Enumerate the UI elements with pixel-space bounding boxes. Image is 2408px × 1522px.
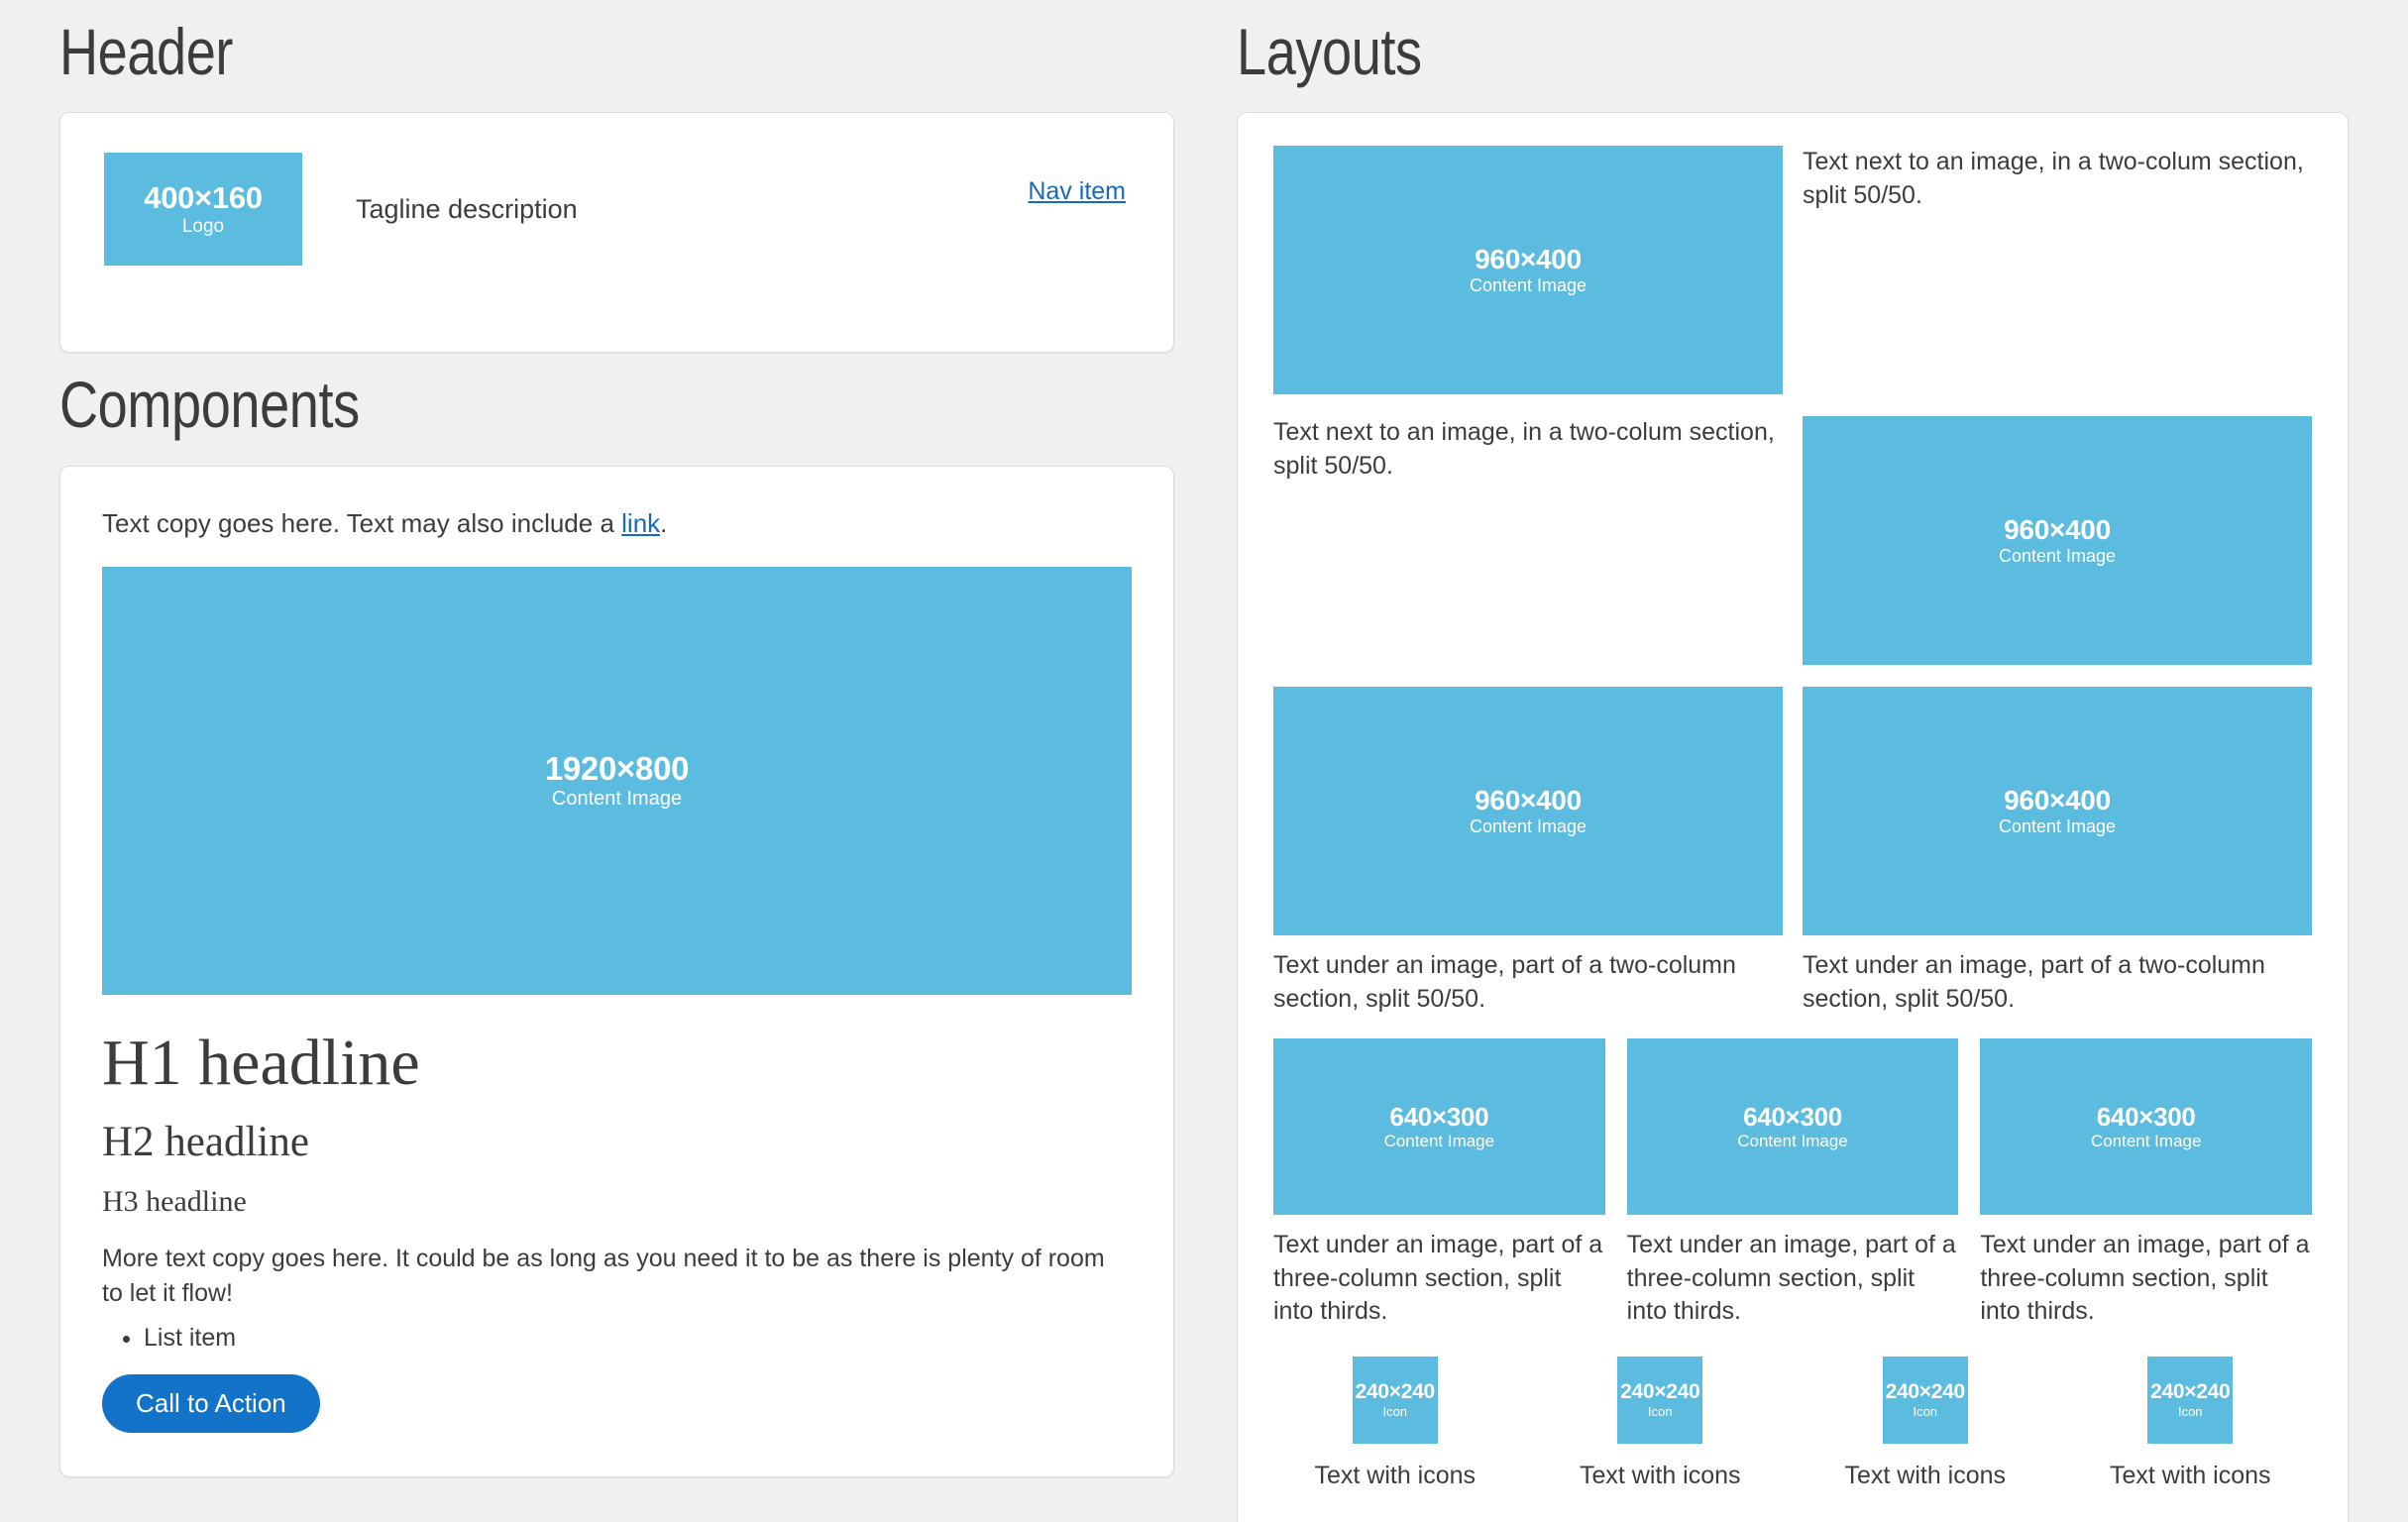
image-label: Content Image bbox=[1998, 816, 2117, 837]
layouts-preview-card: 960×400 Content Image Text next to an im… bbox=[1237, 112, 2349, 1522]
hero-image-label: Content Image bbox=[551, 788, 683, 811]
image-label: Content Image bbox=[1469, 275, 1587, 296]
image-dimensions: 640×300 bbox=[2096, 1101, 2196, 1132]
layout-col-image-caption: 640×300 Content Image Text under an imag… bbox=[1980, 1037, 2313, 1329]
icon-label: Icon bbox=[1913, 1403, 1938, 1419]
h1-headline: H1 headline bbox=[102, 1026, 420, 1099]
image-dimensions: 960×400 bbox=[1475, 784, 1582, 815]
nav-item-link[interactable]: Nav item bbox=[1028, 177, 1126, 206]
logo-label: Logo bbox=[181, 215, 225, 237]
icon-dimensions: 240×240 bbox=[1355, 1380, 1436, 1404]
content-image-placeholder: 640×300 Content Image bbox=[1273, 1037, 1605, 1215]
image-label: Content Image bbox=[2090, 1131, 2202, 1150]
layout-caption: Text under an image, part of a two-colum… bbox=[1803, 951, 2265, 1014]
icon-label: Icon bbox=[1647, 1403, 1673, 1419]
call-to-action-button[interactable]: Call to Action bbox=[102, 1374, 320, 1434]
body-copy: More text copy goes here. It could be as… bbox=[102, 1245, 1105, 1307]
icon-cell: 240×240 Icon Text with icons bbox=[1804, 1357, 2047, 1490]
content-image-placeholder: 960×400 Content Image bbox=[1273, 146, 1783, 395]
layout-col-image-caption: 960×400 Content Image Text under an imag… bbox=[1273, 687, 1783, 1017]
layout-row-three-column: 640×300 Content Image Text under an imag… bbox=[1273, 1037, 2313, 1329]
image-label: Content Image bbox=[1998, 546, 2117, 567]
icon-caption: Text with icons bbox=[1844, 1462, 2007, 1490]
icon-placeholder: 240×240 Icon bbox=[2147, 1357, 2234, 1445]
image-label: Content Image bbox=[1383, 1131, 1495, 1150]
layout-col-text: Text next to an image, in a two-colum se… bbox=[1273, 416, 1783, 665]
list-item: List item bbox=[144, 1324, 1132, 1353]
hero-image-placeholder: 1920×800 Content Image bbox=[102, 566, 1132, 995]
icon-dimensions: 240×240 bbox=[1620, 1380, 1700, 1404]
layout-row-image-left: 960×400 Content Image Text next to an im… bbox=[1273, 146, 2312, 395]
icon-caption: Text with icons bbox=[1579, 1462, 1741, 1490]
layout-col-image-caption: 640×300 Content Image Text under an imag… bbox=[1626, 1037, 1959, 1329]
header-preview-card: 400×160 Logo Tagline description Nav ite… bbox=[59, 112, 1174, 354]
layout-col-image-caption: 960×400 Content Image Text under an imag… bbox=[1803, 687, 2312, 1017]
intro-copy: Text copy goes here. Text may also inclu… bbox=[102, 506, 1132, 541]
icon-placeholder: 240×240 Icon bbox=[1882, 1357, 1968, 1445]
bullet-list: List item bbox=[102, 1324, 1132, 1353]
h3-headline: H3 headline bbox=[102, 1185, 247, 1219]
right-column: Layouts 960×400 Content Image Text next … bbox=[1237, 0, 2349, 1522]
image-dimensions: 960×400 bbox=[2004, 784, 2111, 815]
icon-cell: 240×240 Icon Text with icons bbox=[1273, 1357, 1517, 1490]
header-section-title: Header bbox=[59, 15, 234, 88]
components-preview-card: Text copy goes here. Text may also inclu… bbox=[59, 465, 1174, 1478]
layout-text: Text next to an image, in a two-colum se… bbox=[1803, 148, 2304, 210]
header-row: 400×160 Logo Tagline description bbox=[104, 153, 1130, 267]
image-dimensions: 960×400 bbox=[2004, 513, 2111, 545]
icon-placeholder: 240×240 Icon bbox=[1617, 1357, 1703, 1445]
content-image-placeholder: 960×400 Content Image bbox=[1803, 416, 2312, 666]
icon-placeholder: 240×240 Icon bbox=[1352, 1357, 1438, 1445]
components-section-title: Components bbox=[59, 368, 360, 442]
icon-cell: 240×240 Icon Text with icons bbox=[1539, 1357, 1783, 1490]
layout-col-image: 960×400 Content Image bbox=[1273, 146, 1783, 395]
hero-image-dimensions: 1920×800 bbox=[544, 749, 690, 787]
layouts-section-title: Layouts bbox=[1237, 15, 1422, 88]
content-image-placeholder: 640×300 Content Image bbox=[1980, 1037, 2313, 1215]
icon-label: Icon bbox=[2177, 1403, 2203, 1419]
image-label: Content Image bbox=[1737, 1131, 1848, 1150]
icon-dimensions: 240×240 bbox=[1885, 1380, 1966, 1404]
layout-col-image-caption: 640×300 Content Image Text under an imag… bbox=[1273, 1037, 1605, 1329]
left-column: Header 400×160 Logo Tagline description … bbox=[59, 0, 1174, 1478]
image-dimensions: 640×300 bbox=[1743, 1101, 1842, 1132]
layout-caption: Text under an image, part of a three-col… bbox=[1626, 1230, 1956, 1326]
intro-copy-before: Text copy goes here. Text may also inclu… bbox=[102, 507, 622, 538]
layout-col-image: 960×400 Content Image bbox=[1803, 416, 2312, 666]
intro-copy-after: . bbox=[660, 507, 668, 538]
layout-col-text: Text next to an image, in a two-colum se… bbox=[1803, 146, 2312, 394]
icon-caption: Text with icons bbox=[2109, 1462, 2271, 1490]
image-label: Content Image bbox=[1469, 816, 1587, 837]
icon-cell: 240×240 Icon Text with icons bbox=[2069, 1357, 2313, 1490]
image-dimensions: 640×300 bbox=[1389, 1101, 1489, 1132]
h2-headline: H2 headline bbox=[102, 1118, 309, 1165]
layout-caption: Text under an image, part of a three-col… bbox=[1273, 1230, 1603, 1326]
content-image-placeholder: 960×400 Content Image bbox=[1803, 687, 2312, 936]
layout-text: Text next to an image, in a two-colum se… bbox=[1273, 418, 1775, 481]
logo-placeholder: 400×160 Logo bbox=[104, 153, 302, 267]
style-guide-page: Header 400×160 Logo Tagline description … bbox=[0, 0, 2408, 1522]
layout-row-image-right: Text next to an image, in a two-colum se… bbox=[1273, 416, 2312, 666]
content-image-placeholder: 960×400 Content Image bbox=[1273, 687, 1783, 936]
image-dimensions: 960×400 bbox=[1475, 243, 1582, 274]
logo-dimensions: 400×160 bbox=[144, 180, 263, 216]
icon-caption: Text with icons bbox=[1314, 1462, 1477, 1490]
layout-row-icons: 240×240 Icon Text with icons 240×240 Ico… bbox=[1273, 1357, 2312, 1490]
tagline-text: Tagline description bbox=[356, 193, 578, 224]
inline-link[interactable]: link bbox=[621, 508, 660, 538]
icon-label: Icon bbox=[1382, 1403, 1408, 1419]
icon-dimensions: 240×240 bbox=[2150, 1380, 2231, 1404]
layout-row-two-column: 960×400 Content Image Text under an imag… bbox=[1273, 687, 2312, 1017]
layout-caption: Text under an image, part of a three-col… bbox=[1980, 1230, 2310, 1326]
content-image-placeholder: 640×300 Content Image bbox=[1626, 1037, 1959, 1215]
layout-caption: Text under an image, part of a two-colum… bbox=[1273, 951, 1736, 1014]
